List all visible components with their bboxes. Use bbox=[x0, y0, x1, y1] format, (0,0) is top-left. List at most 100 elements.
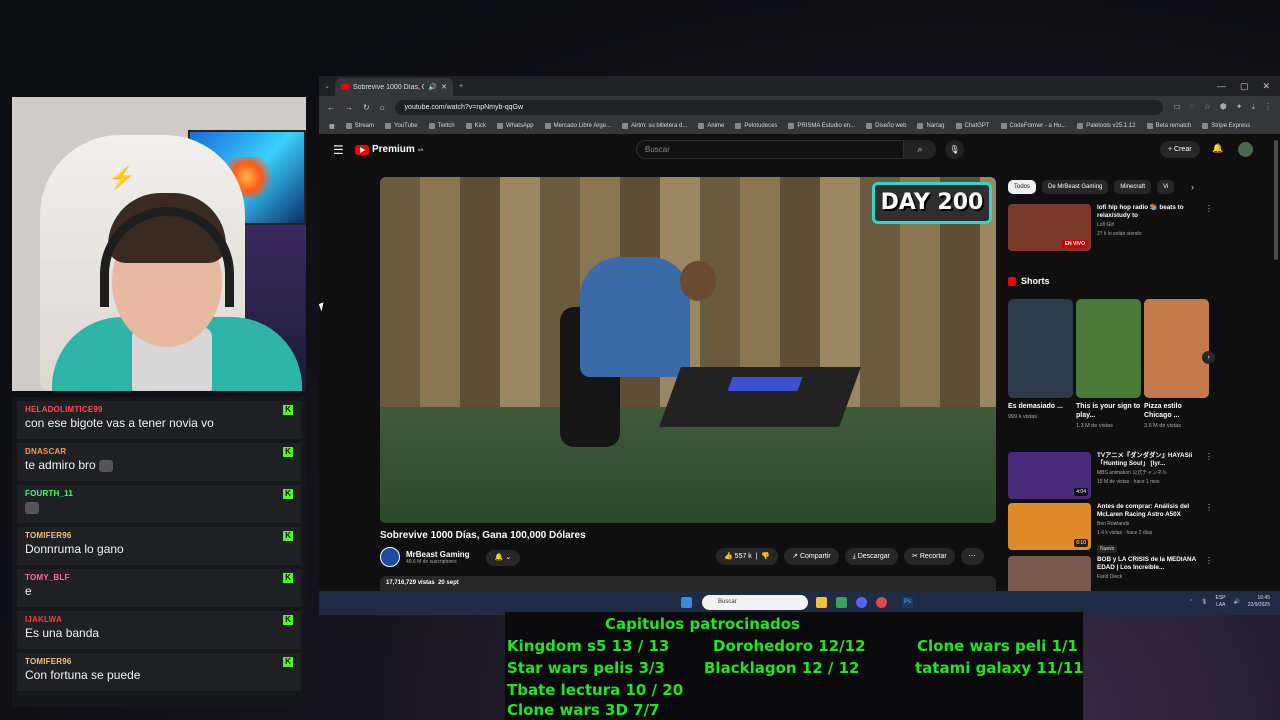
chat-username[interactable]: FOURTH_11 bbox=[25, 489, 293, 498]
short-title[interactable]: Pizza estilo Chicago ... bbox=[1144, 402, 1209, 420]
bookmark-item[interactable]: WhatsApp bbox=[496, 123, 534, 129]
shorts-next-icon[interactable]: › bbox=[1202, 351, 1215, 364]
bookmark-item[interactable]: Diseño web bbox=[866, 123, 906, 129]
bookmark-item[interactable]: Beta rematch bbox=[1146, 123, 1191, 129]
dislike-icon[interactable]: 👎 bbox=[761, 553, 770, 560]
channel-name[interactable]: Ben Rowlands bbox=[1097, 521, 1205, 528]
channel-name[interactable]: Lofi Girl bbox=[1097, 222, 1205, 229]
clip-button[interactable]: ✂ Recortar bbox=[904, 548, 955, 565]
short-item[interactable]: This is your sign to play... 1.3 M de vis… bbox=[1076, 299, 1141, 429]
download-icon[interactable]: ⤓ bbox=[1251, 102, 1255, 112]
mic-tray-icon[interactable]: 🎙 bbox=[1201, 599, 1207, 605]
channel-avatar[interactable] bbox=[380, 547, 400, 567]
subscribed-bell-button[interactable]: 🔔 ⌄ bbox=[486, 550, 520, 566]
bookmark-item[interactable]: Airtm: su billetera d... bbox=[622, 123, 687, 129]
eye-off-icon[interactable]: ◌ bbox=[1190, 102, 1195, 112]
filter-chip[interactable]: De MrBeast Gaming bbox=[1042, 180, 1109, 194]
photoshop-icon[interactable]: Ps bbox=[902, 597, 913, 608]
maximize-icon[interactable]: ▢ bbox=[1240, 81, 1249, 92]
tab-list-button[interactable]: ⌄ bbox=[319, 82, 335, 90]
menu-dots-icon[interactable]: ⋮ bbox=[1264, 102, 1272, 112]
channel-name[interactable]: Farid Dieck bbox=[1097, 574, 1205, 581]
tray-arrow-icon[interactable]: ⌃ bbox=[1189, 599, 1193, 605]
short-thumbnail[interactable] bbox=[1144, 299, 1209, 398]
recommended-video[interactable]: 4:04 TVアニメ『ダンダダン』HAYASii「Hunting Soul」 [l… bbox=[1008, 452, 1213, 499]
cast-icon[interactable]: ▭ bbox=[1173, 102, 1181, 112]
bookmark-item[interactable]: Twitch bbox=[428, 123, 455, 129]
short-item[interactable]: Es demasiado ... 999 k vistas bbox=[1008, 299, 1073, 429]
share-button[interactable]: ↗ Compartir bbox=[784, 548, 839, 565]
chat-username[interactable]: TOMIFER96 bbox=[25, 531, 293, 540]
avatar[interactable] bbox=[1238, 142, 1253, 157]
video-thumbnail[interactable]: EN VIVO bbox=[1008, 204, 1091, 251]
close-window-icon[interactable]: ✕ bbox=[1262, 81, 1270, 92]
video-title[interactable]: TVアニメ『ダンダダン』HAYASii「Hunting Soul」 [lyr..… bbox=[1097, 452, 1205, 468]
download-button[interactable]: ⤓ Descargar bbox=[844, 548, 899, 565]
bookmark-item[interactable]: Nartag bbox=[917, 123, 945, 129]
discord-icon[interactable] bbox=[856, 597, 867, 608]
file-explorer-icon[interactable] bbox=[816, 597, 827, 608]
search-input[interactable]: Buscar bbox=[636, 140, 904, 159]
bookmark-item[interactable]: Paletools v25.1.12 bbox=[1077, 123, 1136, 129]
address-bar[interactable]: youtube.com/watch?v=npNmyb-qqGw bbox=[394, 99, 1164, 115]
more-icon[interactable]: ⋯ bbox=[960, 548, 984, 565]
language[interactable]: ESP bbox=[1216, 595, 1226, 602]
video-thumbnail[interactable]: 4:04 bbox=[1008, 452, 1091, 499]
chat-username[interactable]: HELADOLIMTICE99 bbox=[25, 405, 293, 414]
windows-start-icon[interactable] bbox=[681, 597, 692, 608]
like-button[interactable]: 👍 557 k | 👎 bbox=[716, 548, 779, 565]
chat-username[interactable]: TOMIFER96 bbox=[25, 657, 293, 666]
filter-chip[interactable]: Vi bbox=[1157, 180, 1175, 194]
more-options-icon[interactable]: ⋮ bbox=[1205, 204, 1213, 213]
menu-icon[interactable]: ☰ bbox=[333, 143, 344, 157]
bookmark-item[interactable]: Stream bbox=[345, 123, 374, 129]
chrome-icon[interactable] bbox=[836, 597, 847, 608]
search-icon[interactable]: ⌕ bbox=[904, 140, 936, 159]
video-player[interactable]: DAY 200 bbox=[380, 177, 996, 523]
filter-chip[interactable]: Todos bbox=[1008, 180, 1037, 194]
taskbar-search[interactable]: Buscar bbox=[702, 595, 808, 610]
language-layout[interactable]: LAA bbox=[1216, 602, 1225, 609]
apps-icon[interactable]: ▦ bbox=[329, 123, 335, 130]
bookmark-item[interactable]: Kick bbox=[465, 123, 486, 129]
short-item[interactable]: Pizza estilo Chicago ... 3.6 M de vistas bbox=[1144, 299, 1209, 429]
filter-chip[interactable]: Minecraft bbox=[1114, 180, 1152, 194]
chat-username[interactable]: TOMY_BLF bbox=[25, 573, 293, 582]
bookmark-item[interactable]: PRISMA Estudio en... bbox=[788, 123, 855, 129]
chevron-right-icon[interactable]: › bbox=[1191, 182, 1194, 192]
youtube-logo[interactable]: Premium AR bbox=[355, 144, 424, 155]
channel-name[interactable]: MBS animation 公式チャンネル bbox=[1097, 470, 1205, 477]
scrollbar[interactable] bbox=[1274, 140, 1278, 260]
create-button[interactable]: + Crear bbox=[1160, 141, 1200, 158]
more-options-icon[interactable]: ⋮ bbox=[1205, 503, 1213, 512]
short-thumbnail[interactable] bbox=[1076, 299, 1141, 398]
channel-name[interactable]: MrBeast Gaming bbox=[406, 550, 470, 559]
reload-icon[interactable]: ↻ bbox=[363, 103, 370, 112]
star-icon[interactable]: ☆ bbox=[1204, 102, 1211, 112]
app-icon[interactable] bbox=[876, 597, 887, 608]
more-options-icon[interactable]: ⋮ bbox=[1205, 452, 1213, 461]
recommended-video[interactable]: 6:10 Antes de comprar: Análisis del McLar… bbox=[1008, 503, 1213, 555]
back-icon[interactable]: ← bbox=[327, 103, 335, 112]
video-title[interactable]: Antes de comprar: Análisis del McLaren R… bbox=[1097, 503, 1205, 519]
puzzle-icon[interactable]: ✦ bbox=[1236, 102, 1243, 112]
volume-icon[interactable]: 🔊 bbox=[1234, 599, 1240, 605]
short-title[interactable]: This is your sign to play... bbox=[1076, 402, 1141, 420]
tab-active[interactable]: Sobrevive 1000 Días, Gana 🔊 ✕ bbox=[335, 78, 453, 96]
bookmark-item[interactable]: YouTube bbox=[385, 123, 418, 129]
video-thumbnail[interactable]: 6:10 bbox=[1008, 503, 1091, 550]
microphone-icon[interactable]: 🎙 bbox=[945, 140, 964, 159]
bookmark-item[interactable]: Mercado Libre Arge... bbox=[544, 123, 611, 129]
chat-username[interactable]: DNASCAR bbox=[25, 447, 293, 456]
forward-icon[interactable]: → bbox=[345, 103, 353, 112]
bookmark-item[interactable]: Pelotudeces bbox=[735, 123, 777, 129]
short-thumbnail[interactable] bbox=[1008, 299, 1073, 398]
extension-icon[interactable]: ⬢ bbox=[1220, 102, 1227, 112]
home-icon[interactable]: ⌂ bbox=[380, 103, 385, 112]
chat-username[interactable]: IJAKLWA bbox=[25, 615, 293, 624]
minimize-icon[interactable]: — bbox=[1217, 81, 1226, 92]
close-tab-icon[interactable]: ✕ bbox=[441, 83, 447, 91]
notifications-icon[interactable]: 🔔 bbox=[1212, 143, 1223, 154]
bookmark-item[interactable]: Anime bbox=[698, 123, 724, 129]
clock[interactable]: 16:45 22/9/2025 bbox=[1248, 595, 1270, 609]
